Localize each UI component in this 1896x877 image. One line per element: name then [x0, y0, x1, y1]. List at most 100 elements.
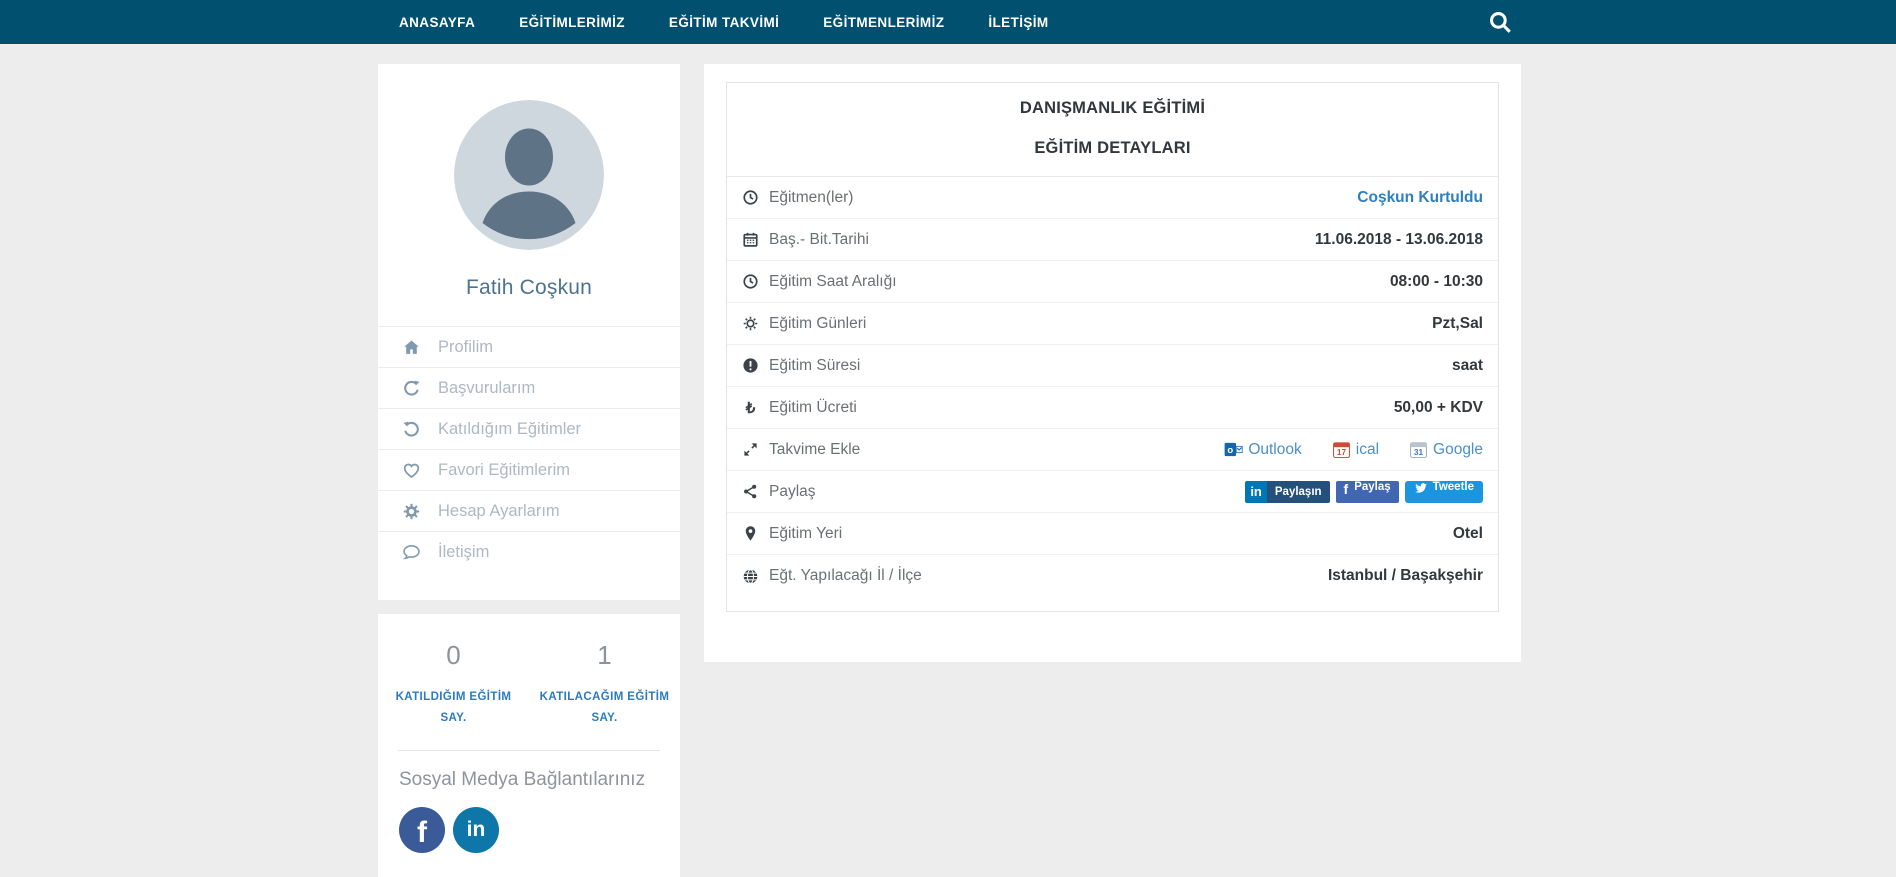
sidebar-item-katildigim-egitimler[interactable]: Katıldığım Eğitimler [378, 408, 680, 449]
search-icon[interactable] [1487, 9, 1513, 35]
stat-label: KATILDIĞIM EĞİTİM SAY. [395, 691, 512, 724]
twitter-share-button[interactable]: Tweetle [1404, 480, 1483, 503]
detail-label: Paylaş [769, 482, 816, 500]
detail-value: saat [1451, 356, 1483, 374]
twitter-share-label: Tweetle [1432, 480, 1474, 493]
stats-row: 0 KATILDIĞIM EĞİTİM SAY. 1 KATILACAĞIM E… [378, 640, 680, 728]
sidebar-item-label: İletişim [438, 542, 490, 561]
detail-row-add-to-calendar: Takvime Ekle o Outlook 17 ical 31 Google [727, 429, 1498, 471]
profile-card: Fatih Coşkun Profilim Başvurularım Katıl… [378, 64, 680, 600]
detail-label: Eğitim Günleri [769, 314, 867, 332]
ical-icon: 17 [1332, 440, 1351, 459]
facebook-icon[interactable]: f [399, 807, 445, 854]
training-title: DANIŞMANLIK EĞİTİMİ [1019, 99, 1206, 117]
detail-row-dates: Baş.- Bit.Tarihi 11.06.2018 - 13.06.2018 [727, 219, 1498, 261]
social-heading: Sosyal Medya Bağlantılarınız [399, 769, 646, 791]
svg-text:17: 17 [1337, 447, 1347, 457]
gear-icon [402, 502, 421, 521]
detail-row-city: Eğt. Yapılacağı İl / İlçe Istanbul / Baş… [727, 555, 1498, 597]
comment-icon [402, 543, 421, 562]
detail-value: Istanbul / Başakşehir [1327, 567, 1483, 584]
expand-arrows-icon [742, 441, 759, 458]
sidebar-item-label: Katıldığım Eğitimler [438, 419, 582, 438]
profile-name: Fatih Coşkun [465, 276, 593, 299]
calendar-icon [742, 231, 759, 248]
trainer-link[interactable]: Coşkun Kurtuldu [1357, 189, 1483, 207]
detail-value: Pzt,Sal [1432, 314, 1483, 332]
nav-item-iletisim[interactable]: İLETİŞİM [988, 15, 1048, 30]
map-marker-icon [742, 525, 759, 542]
detail-row-price: ₺ Eğitim Ücreti 50,00 + KDV [727, 387, 1498, 429]
facebook-share-label: Paylaş [1354, 480, 1391, 493]
detail-label: Eğitmen(ler) [769, 188, 854, 206]
training-details-card: DANIŞMANLIK EĞİTİMİ EĞİTİM DETAYLARI Eği… [704, 64, 1521, 662]
exclamation-circle-icon [742, 357, 759, 374]
detail-value: 08:00 - 10:30 [1389, 272, 1483, 290]
linkedin-icon[interactable]: in [453, 807, 499, 854]
lira-icon: ₺ [745, 399, 756, 417]
calendar-link-label: ical [1355, 440, 1380, 458]
page-content: Fatih Coşkun Profilim Başvurularım Katıl… [0, 44, 1896, 877]
sidebar-menu: Profilim Başvurularım Katıldığım Eğitiml… [378, 326, 680, 572]
add-to-ical-link[interactable]: 17 ical [1332, 440, 1379, 459]
outlook-icon: o [1224, 440, 1243, 459]
share-icon [742, 483, 759, 500]
nav-item-egitmenlerimiz[interactable]: EĞİTMENLERİMİZ [823, 15, 944, 30]
home-icon [402, 338, 421, 357]
sidebar-item-hesap-ayarlarim[interactable]: Hesap Ayarlarım [378, 490, 680, 531]
stat-value: 0 [446, 640, 461, 670]
nav-item-anasayfa[interactable]: ANASAYFA [399, 15, 475, 30]
facebook-share-button[interactable]: f Paylaş [1335, 480, 1399, 503]
avatar [454, 100, 604, 250]
detail-row-trainer: Eğitmen(ler) Coşkun Kurtuldu [727, 177, 1498, 219]
calendar-links: o Outlook 17 ical 31 Google [1224, 440, 1483, 459]
sidebar-item-label: Profilim [438, 337, 494, 356]
stat-label: KATILACAĞIM EĞİTİM SAY. [539, 691, 670, 724]
detail-label: Eğitim Saat Aralığı [769, 272, 897, 290]
clock-icon [742, 273, 759, 290]
detail-value: 11.06.2018 - 13.06.2018 [1314, 230, 1483, 248]
detail-row-share: Paylaş in Paylaşın f Paylaş Tweetle [727, 471, 1498, 513]
detail-label: Eğt. Yapılacağı İl / İlçe [769, 567, 922, 584]
social-links: f in [378, 807, 680, 854]
clock-icon [742, 189, 759, 206]
svg-text:o: o [1228, 445, 1234, 456]
detail-label: Eğitim Yeri [769, 524, 843, 542]
refresh-icon [402, 379, 421, 398]
sidebar-item-favori-egitimlerim[interactable]: Favori Eğitimlerim [378, 449, 680, 490]
top-navbar: ANASAYFA EĞİTİMLERİMİZ EĞİTİM TAKVİMİ EĞ… [0, 0, 1896, 44]
detail-row-duration: Eğitim Süresi saat [727, 345, 1498, 387]
detail-label: Eğitim Ücreti [769, 398, 857, 416]
sidebar-item-label: Favori Eğitimlerim [438, 460, 571, 479]
google-calendar-icon: 31 [1409, 440, 1428, 459]
stat-upcoming: 1 KATILACAĞIM EĞİTİM SAY. [529, 640, 680, 728]
divider [398, 750, 660, 752]
titles: DANIŞMANLIK EĞİTİMİ EĞİTİM DETAYLARI [727, 83, 1498, 177]
sidebar-item-iletisim[interactable]: İletişim [378, 531, 680, 572]
sidebar-item-label: Hesap Ayarlarım [438, 501, 560, 520]
add-to-outlook-link[interactable]: o Outlook [1224, 440, 1302, 459]
detail-label: Takvime Ekle [769, 440, 861, 458]
heart-icon [402, 461, 421, 480]
detail-row-days: Eğitim Günleri Pzt,Sal [727, 303, 1498, 345]
sidebar-item-profilim[interactable]: Profilim [378, 326, 680, 367]
sun-icon [742, 315, 759, 332]
nav-item-egitim-takvimi[interactable]: EĞİTİM TAKVİMİ [669, 15, 779, 30]
sidebar-item-label: Başvurularım [438, 378, 536, 397]
stat-value: 1 [597, 640, 612, 670]
add-to-google-link[interactable]: 31 Google [1409, 440, 1483, 459]
linkedin-share-label: Paylaşın [1266, 480, 1330, 503]
nav-item-egitimlerimiz[interactable]: EĞİTİMLERİMİZ [519, 15, 625, 30]
detail-value: Otel [1452, 524, 1483, 542]
detail-label: Eğitim Süresi [769, 356, 861, 374]
sidebar-item-basvurularim[interactable]: Başvurularım [378, 367, 680, 408]
detail-value: 50,00 + KDV [1393, 398, 1483, 416]
detail-row-hours: Eğitim Saat Aralığı 08:00 - 10:30 [727, 261, 1498, 303]
share-buttons: in Paylaşın f Paylaş Tweetle [1245, 480, 1483, 503]
linkedin-share-button[interactable]: in Paylaşın [1245, 480, 1330, 503]
svg-text:31: 31 [1414, 447, 1424, 457]
globe-icon [742, 568, 759, 585]
facebook-icon: f [1343, 480, 1349, 497]
profile-sidebar: Fatih Coşkun Profilim Başvurularım Katıl… [378, 64, 680, 877]
stat-attended: 0 KATILDIĞIM EĞİTİM SAY. [378, 640, 529, 728]
